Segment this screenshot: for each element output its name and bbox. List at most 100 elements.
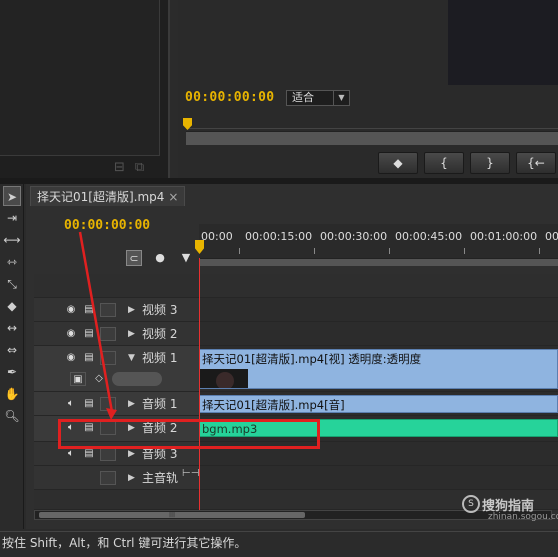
slip-tool-icon[interactable]: ↔	[3, 318, 21, 338]
timeline-tools: ⊂ ● ▼	[126, 250, 194, 266]
rate-stretch-tool-icon[interactable]: ⤡	[3, 274, 21, 294]
monitor-ruler	[186, 128, 558, 129]
track-header-video1: ◉ ▤ ▼ 视频 1 ▣ ◇	[34, 346, 199, 392]
mark-out-button[interactable]: }	[470, 152, 510, 174]
keyframe-navigator[interactable]	[112, 372, 162, 386]
slide-tool-icon[interactable]: ⇔	[3, 340, 21, 360]
lock-toggle[interactable]	[100, 447, 116, 461]
track-label: 视频 1	[142, 351, 178, 365]
selection-tool-icon[interactable]: ➤	[3, 186, 21, 206]
track-header-filler	[34, 490, 199, 510]
razor-tool-icon[interactable]: ◆	[3, 296, 21, 316]
scrollbar-thumb[interactable]: |||	[39, 512, 305, 518]
status-text: 按住 Shift，Alt，和 Ctrl 键可进行其它操作。	[2, 536, 247, 550]
collapse-icon[interactable]: ▼	[128, 346, 135, 370]
speaker-icon[interactable]: 🔈︎	[64, 397, 78, 411]
lock-toggle[interactable]	[100, 327, 116, 341]
audio-clip[interactable]: 择天记01[超清版].mp4[音]	[199, 395, 558, 413]
sync-lock-icon[interactable]: ▤	[82, 397, 96, 411]
sogou-logo-icon: S	[462, 495, 480, 513]
close-icon[interactable]: ×	[168, 190, 178, 204]
ripple-edit-tool-icon[interactable]: ⟷	[3, 230, 21, 250]
chevron-down-icon: ▼	[333, 91, 349, 105]
eye-icon[interactable]: ◉	[64, 327, 78, 341]
project-panel-content	[0, 0, 160, 156]
monitor-screen	[448, 0, 558, 85]
thumbnail-figure	[216, 372, 234, 388]
sync-lock-icon[interactable]: ▤	[82, 351, 96, 365]
rolling-edit-tool-icon[interactable]: ⇿	[3, 252, 21, 272]
monitor-scrub-bar[interactable]	[186, 131, 558, 145]
track-master[interactable]	[199, 466, 558, 490]
marker-icon[interactable]: ▼	[178, 250, 194, 266]
sync-lock-icon[interactable]: ▤	[82, 327, 96, 341]
timeline-ruler[interactable]: 00:00 00:00:15:00 00:00:30:00 00:00:45:0…	[199, 224, 558, 258]
sync-lock-icon[interactable]: ▤	[82, 447, 96, 461]
zoom-tool-icon[interactable]: 🔍︎	[3, 406, 21, 426]
track-audio1[interactable]: 择天记01[超清版].mp4[音]	[199, 392, 558, 416]
track-video1[interactable]: 择天记01[超清版].mp4[视] 透明度:透明度	[199, 346, 558, 392]
hand-tool-icon[interactable]: ✋	[3, 384, 21, 404]
mark-in-button[interactable]: {	[424, 152, 464, 174]
eye-icon[interactable]: ◉	[64, 351, 78, 365]
lock-toggle[interactable]	[100, 471, 116, 485]
track-area: ◉ ▤ ▶ 视频 3 ◉ ▤ ▶ 视频 2 ◉ ▤ ▼ 视频 1 ▣ ◇ 择天记01[…	[34, 274, 558, 510]
light-icon[interactable]: ●	[152, 250, 168, 266]
track-display-controls: ▣ ◇	[70, 372, 162, 386]
track-video2[interactable]	[199, 322, 558, 346]
video-clip[interactable]: 择天记01[超清版].mp4[视] 透明度:透明度	[199, 349, 558, 389]
go-to-in-button[interactable]: {←	[516, 152, 556, 174]
new-item-icon[interactable]: ⧉	[135, 160, 154, 175]
display-style-icon[interactable]: ▣	[70, 372, 86, 386]
monitor-timecode[interactable]: 00:00:00:00	[185, 90, 274, 105]
eye-icon[interactable]: ◉	[64, 303, 78, 317]
expand-icon[interactable]: ▶	[128, 322, 135, 346]
track-header-video2: ◉ ▤ ▶ 视频 2	[34, 322, 199, 346]
playhead-line	[199, 258, 200, 510]
expand-icon[interactable]: ▶	[128, 298, 135, 322]
pen-tool-icon[interactable]: ✒	[3, 362, 21, 382]
sequence-tab[interactable]: 择天记01[超清版].mp4 ×	[30, 186, 186, 206]
track-header-audio1: 🔈︎ ▤ ▶ 音频 1	[34, 392, 199, 416]
track-label: 视频 2	[142, 327, 178, 341]
new-bin-icon[interactable]: ⊟	[114, 160, 135, 175]
ruler-label: 00:00:15:00	[245, 230, 313, 243]
expand-icon[interactable]: ▶	[128, 466, 135, 490]
sequence-tab-label: 择天记01[超清版].mp4	[37, 190, 165, 204]
track-header-master: ▶ 主音轨 ⊢⊣	[34, 466, 199, 490]
ruler-tick	[539, 248, 540, 254]
video-clip-label: 择天记01[超清版].mp4[视] 透明度:透明度	[202, 352, 422, 366]
lock-toggle[interactable]	[100, 351, 116, 365]
fit-select-value: 适合	[292, 91, 314, 104]
track-video3[interactable]	[199, 298, 558, 322]
speaker-icon[interactable]: 🔈︎	[64, 447, 78, 461]
status-bar: 按住 Shift，Alt，和 Ctrl 键可进行其它操作。	[0, 531, 558, 557]
lock-toggle[interactable]	[100, 397, 116, 411]
fit-select[interactable]: 适合 ▼	[286, 90, 350, 106]
snap-icon[interactable]: ⊂	[126, 250, 142, 266]
program-monitor: 00:00:00:00 适合 ▼ ◆ { } {←	[178, 0, 558, 178]
ruler-label: 00:00	[201, 230, 233, 243]
ruler-label: 00:00:45:00	[395, 230, 463, 243]
track-header-video3: ◉ ▤ ▶ 视频 3	[34, 298, 199, 322]
project-panel: ⊟⧉	[0, 0, 170, 178]
lock-toggle[interactable]	[100, 303, 116, 317]
timeline-timecode[interactable]: 00:00:00:00	[64, 218, 150, 233]
monitor-buttons: ◆ { } {←	[378, 152, 556, 174]
project-panel-icons: ⊟⧉	[114, 160, 154, 175]
track-label: 音频 1	[142, 397, 178, 411]
track-label: 视频 3	[142, 303, 178, 317]
sync-lock-icon[interactable]: ▤	[82, 303, 96, 317]
expand-icon[interactable]: ▶	[128, 392, 135, 416]
track-content-spacer	[199, 274, 558, 298]
video-thumbnail	[200, 369, 248, 388]
add-marker-button[interactable]: ◆	[378, 152, 418, 174]
timeline-panel: 择天记01[超清版].mp4 × 00:00:00:00 ⊂ ● ▼ 00:00 …	[26, 184, 558, 529]
keyframe-icon[interactable]: ◇	[92, 372, 106, 386]
ruler-label: 00:01:00:00	[470, 230, 538, 243]
master-meter-icon: ⊢⊣	[182, 468, 200, 479]
track-select-tool-icon[interactable]: ⇥	[3, 208, 21, 228]
work-area-bar[interactable]	[199, 258, 558, 266]
